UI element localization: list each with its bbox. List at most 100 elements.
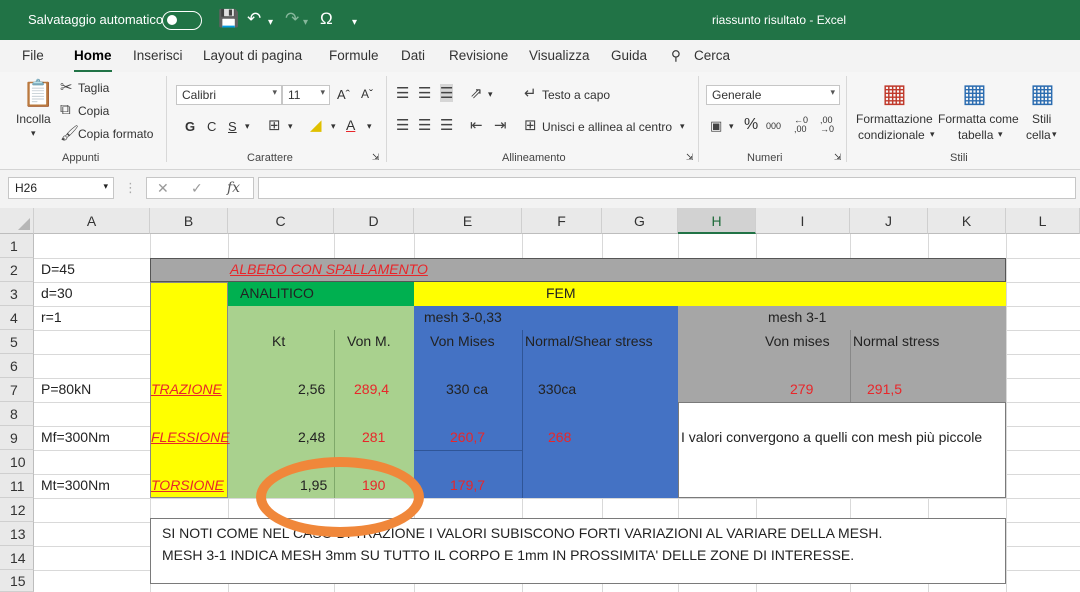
paste-dropdown-icon[interactable]: ▾ [31, 128, 36, 139]
cell-styles-label-2[interactable]: cella [1026, 128, 1051, 142]
cell-i5[interactable]: Von mises [765, 333, 830, 349]
cell-f3-fem[interactable]: FEM [546, 285, 576, 301]
row-header-13[interactable]: 13 [0, 522, 34, 546]
cell-d9[interactable]: 281 [362, 429, 385, 445]
undo-dropdown-icon[interactable]: ▾ [268, 14, 273, 32]
undo-icon[interactable]: ↶ [247, 10, 261, 28]
column-header-e[interactable]: E [414, 208, 522, 234]
cell-d5[interactable]: Von M. [347, 333, 391, 349]
cell-j5[interactable]: Normal stress [853, 333, 939, 349]
column-header-f[interactable]: F [522, 208, 602, 234]
tab-page-layout[interactable]: Layout di pagina [203, 48, 302, 63]
tab-file[interactable]: File [22, 48, 44, 63]
cell-e7[interactable]: 330 ca [446, 381, 488, 397]
tab-help[interactable]: Guida [611, 48, 647, 63]
increase-indent-icon[interactable]: ⇥ [494, 116, 507, 134]
decrease-decimal-icon[interactable]: ,00 →0 [820, 116, 834, 134]
tab-review[interactable]: Revisione [449, 48, 508, 63]
format-painter-icon[interactable]: 🖌 [60, 124, 79, 142]
cell-c7[interactable]: 2,56 [298, 381, 325, 397]
underline-button[interactable]: S [228, 119, 237, 134]
decrease-indent-icon[interactable]: ⇤ [470, 116, 483, 134]
autosave-toggle[interactable] [162, 11, 202, 30]
cell-e11[interactable]: 179,7 [450, 477, 485, 493]
dialog-launcher-icon[interactable]: ⇲ [834, 152, 842, 163]
column-header-j[interactable]: J [850, 208, 928, 234]
borders-icon[interactable]: ⊞ [268, 116, 281, 134]
tab-data[interactable]: Dati [401, 48, 425, 63]
paste-icon[interactable]: 📋 [22, 78, 54, 109]
merge-center-icon[interactable]: ⊞ [524, 116, 537, 134]
row-header-1[interactable]: 1 [0, 234, 34, 258]
column-header-g[interactable]: G [602, 208, 678, 234]
cell-a9[interactable]: Mf=300Nm [41, 429, 110, 445]
cell-b13-comment[interactable]: SI NOTI COME NEL CASO DI TRAZIONE I VALO… [162, 525, 882, 541]
format-painter-button[interactable]: Copia formato [78, 127, 153, 141]
redo-icon[interactable]: ↷ [285, 10, 299, 28]
cell-styles-label[interactable]: Stili [1032, 112, 1051, 126]
dialog-launcher-icon[interactable]: ⇲ [372, 152, 380, 163]
row-header-15[interactable]: 15 [0, 570, 34, 592]
font-name-box[interactable]: Calibri ▾ [176, 85, 282, 105]
customize-qat-icon[interactable]: ▾ [352, 14, 357, 32]
thousands-icon[interactable]: 000 [766, 121, 781, 131]
cell-f7[interactable]: 330ca [538, 381, 576, 397]
format-as-table-icon[interactable]: ▦ [962, 78, 987, 109]
conditional-formatting-label-2[interactable]: condizionale [858, 128, 925, 142]
orientation-dropdown-icon[interactable]: ▾ [488, 89, 493, 100]
row-header-3[interactable]: 3 [0, 282, 34, 306]
row-header-8[interactable]: 8 [0, 402, 34, 426]
align-top-icon[interactable]: ☰ [396, 84, 409, 102]
column-header-k[interactable]: K [928, 208, 1006, 234]
currency-dropdown-icon[interactable]: ▾ [729, 121, 734, 132]
copy-icon[interactable]: ⧉ [60, 101, 71, 118]
row-header-5[interactable]: 5 [0, 330, 34, 354]
format-as-table-label[interactable]: Formatta come [938, 112, 1019, 126]
tab-home[interactable]: Home [74, 48, 112, 73]
cell-f9[interactable]: 268 [548, 429, 571, 445]
row-header-7[interactable]: 7 [0, 378, 34, 402]
conditional-formatting-label[interactable]: Formattazione [856, 112, 933, 126]
align-bottom-icon[interactable]: ☰ [440, 84, 454, 102]
wrap-text-button[interactable]: Testo a capo [542, 88, 610, 102]
cell-styles-icon[interactable]: ▦ [1030, 78, 1055, 109]
row-header-11[interactable]: 11 [0, 474, 34, 498]
cell-e9[interactable]: 260,7 [450, 429, 485, 445]
currency-icon[interactable]: ▣ [710, 118, 722, 134]
orientation-icon[interactable]: ⇗ [470, 84, 483, 102]
save-icon[interactable]: 💾 [218, 10, 239, 28]
cell-c2-title[interactable]: ALBERO CON SPALLAMENTO [230, 261, 428, 277]
cell-d7[interactable]: 289,4 [354, 381, 389, 397]
column-header-i[interactable]: I [756, 208, 850, 234]
align-left-icon[interactable]: ☰ [396, 116, 409, 134]
cell-e4-mesh[interactable]: mesh 3-0,33 [424, 309, 502, 325]
column-header-d[interactable]: D [334, 208, 414, 234]
enter-icon[interactable]: ✓ [191, 180, 203, 197]
cell-c5[interactable]: Kt [272, 333, 285, 349]
italic-button[interactable]: C [207, 119, 216, 134]
cell-f5[interactable]: Normal/Shear stress [525, 333, 653, 349]
cell-a11[interactable]: Mt=300Nm [41, 477, 110, 493]
bold-button[interactable]: G [185, 119, 195, 134]
font-color-dropdown-icon[interactable]: ▾ [367, 121, 372, 132]
cell-i7[interactable]: 279 [790, 381, 813, 397]
cell-a4[interactable]: r=1 [41, 309, 62, 325]
underline-dropdown-icon[interactable]: ▾ [245, 121, 250, 132]
tab-formulas[interactable]: Formule [329, 48, 379, 63]
column-header-b[interactable]: B [150, 208, 228, 234]
percent-icon[interactable]: % [744, 116, 758, 134]
chevron-down-icon[interactable]: ▾ [1052, 129, 1057, 140]
cell-c3-analytic[interactable]: ANALITICO [240, 285, 314, 301]
fill-color-icon[interactable]: ◢ [310, 116, 322, 134]
tab-insert[interactable]: Inserisci [133, 48, 183, 63]
shrink-font-icon[interactable]: Aˇ [361, 87, 373, 101]
align-middle-icon[interactable]: ☰ [418, 84, 431, 102]
cell-b7[interactable]: TRAZIONE [151, 381, 222, 397]
wrap-text-icon[interactable]: ↵ [524, 84, 537, 102]
cell-j7[interactable]: 291,5 [867, 381, 902, 397]
tab-view[interactable]: Visualizza [529, 48, 590, 63]
insert-function-icon[interactable]: fx [227, 180, 240, 196]
row-header-9[interactable]: 9 [0, 426, 34, 450]
column-header-c[interactable]: C [228, 208, 334, 234]
name-box[interactable]: H26 ▾ [8, 177, 114, 199]
